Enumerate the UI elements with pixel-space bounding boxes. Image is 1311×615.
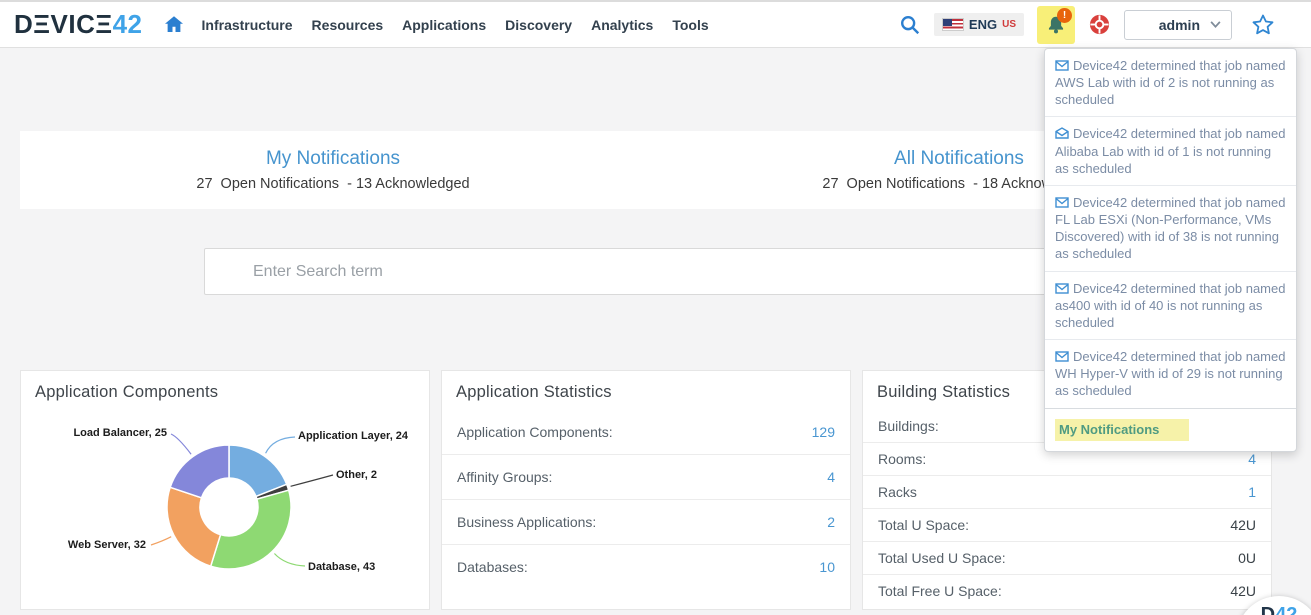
widget-text-accent: 42 [1275, 604, 1297, 615]
favorites-star-icon[interactable] [1251, 13, 1275, 37]
notification-text: Device42 determined that job named AWS L… [1055, 58, 1285, 107]
stat-label: Business Applications: [457, 514, 596, 530]
pie-label-other: Other, 2 [336, 469, 377, 481]
envelope-closed-icon [1055, 197, 1069, 208]
stat-label: Total Free U Space: [878, 583, 1002, 599]
stat-value-link[interactable]: 4 [1248, 451, 1256, 467]
notification-text: Device42 determined that job named as400… [1055, 281, 1285, 330]
notifications-bell-button[interactable]: ! [1037, 6, 1075, 44]
stat-value-link[interactable]: 2 [827, 514, 835, 530]
envelope-closed-icon [1055, 283, 1069, 294]
stat-label: Total U Space: [878, 517, 969, 533]
stat-row-databases: Databases: 10 [442, 545, 850, 589]
stat-label: Rooms: [878, 451, 926, 467]
stat-row-total-used-u-space: Total Used U Space: 0U [863, 542, 1271, 575]
application-statistics-card-title: Application Statistics [442, 371, 850, 410]
support-buoy-icon[interactable] [1088, 13, 1111, 36]
widget-text-dark: D [1261, 604, 1275, 615]
stat-label: Buildings: [878, 418, 939, 434]
language-region: US [1002, 19, 1016, 30]
notifications-dropdown-panel: Device42 determined that job named AWS L… [1044, 48, 1297, 452]
chevron-down-icon [1210, 21, 1221, 28]
notification-text: Device42 determined that job named Aliba… [1055, 126, 1285, 175]
notification-badge: ! [1057, 8, 1072, 23]
notification-text: Device42 determined that job named WH Hy… [1055, 349, 1285, 398]
device42-logo[interactable]: DΞVICΞ42 [14, 9, 143, 40]
logo-text-accent: 42 [113, 9, 143, 39]
logo-text-dark: DΞVICΞ [14, 9, 113, 39]
stat-row-affinity-groups: Affinity Groups: 4 [442, 455, 850, 500]
nav-item-tools[interactable]: Tools [672, 17, 708, 33]
application-statistics-card: Application Statistics Application Compo… [441, 370, 851, 610]
stat-value: 0U [1238, 550, 1256, 566]
envelope-closed-icon [1055, 60, 1069, 71]
notification-item[interactable]: Device42 determined that job named AWS L… [1045, 49, 1296, 117]
stat-value-link[interactable]: 10 [819, 559, 835, 575]
stat-value-link[interactable]: 4 [827, 469, 835, 485]
stat-value-link[interactable]: 1 [1248, 484, 1256, 500]
notification-item[interactable]: Device42 determined that job named FL La… [1045, 186, 1296, 272]
nav-item-applications[interactable]: Applications [402, 17, 486, 33]
nav-item-analytics[interactable]: Analytics [591, 17, 653, 33]
search-icon[interactable] [899, 14, 921, 36]
stat-row-racks: Racks 1 [863, 476, 1271, 509]
my-notifications-title[interactable]: My Notifications [20, 148, 646, 170]
application-components-card: Application Components Application Layer… [20, 370, 430, 610]
us-flag-icon [942, 18, 964, 31]
stat-row-total-free-u-space: Total Free U Space: 42U [863, 575, 1271, 607]
nav-item-resources[interactable]: Resources [312, 17, 384, 33]
stat-row-business-applications: Business Applications: 2 [442, 500, 850, 545]
donut-chart-svg[interactable] [21, 371, 431, 609]
stat-value-link[interactable]: 129 [812, 424, 835, 440]
pie-label-load-balancer: Load Balancer, 25 [73, 427, 167, 439]
pie-label-application-layer: Application Layer, 24 [298, 430, 408, 442]
nav-item-infrastructure[interactable]: Infrastructure [202, 17, 293, 33]
home-icon[interactable] [165, 16, 183, 33]
pie-label-database: Database, 43 [308, 561, 375, 573]
stat-label: Total Used U Space: [878, 550, 1006, 566]
stat-label: Application Components: [457, 424, 613, 440]
notification-item[interactable]: Device42 determined that job named as400… [1045, 272, 1296, 340]
notification-text: Device42 determined that job named FL La… [1055, 195, 1285, 261]
nav-item-discovery[interactable]: Discovery [505, 17, 572, 33]
stat-label: Racks [878, 484, 917, 500]
global-search-input[interactable] [204, 248, 1106, 295]
stat-label: Databases: [457, 559, 528, 575]
username-label: admin [1159, 17, 1200, 33]
stat-label: Affinity Groups: [457, 469, 552, 485]
my-notifications-link[interactable]: My Notifications [1055, 419, 1189, 441]
stat-value: 42U [1230, 583, 1256, 599]
notification-item[interactable]: Device42 determined that job named Aliba… [1045, 117, 1296, 185]
language-selector[interactable]: ENG US [934, 13, 1024, 36]
language-code: ENG [969, 17, 997, 32]
envelope-closed-icon [1055, 351, 1069, 362]
stat-row-application-components: Application Components: 129 [442, 410, 850, 455]
stat-row-total-u-space: Total U Space: 42U [863, 509, 1271, 542]
pie-label-web-server: Web Server, 32 [68, 539, 146, 551]
my-notifications-counts: 27 Open Notifications - 13 Acknowledged [20, 176, 646, 192]
envelope-open-icon [1055, 127, 1069, 139]
notification-item[interactable]: Device42 determined that job named WH Hy… [1045, 340, 1296, 408]
user-menu-dropdown[interactable]: admin [1124, 10, 1232, 40]
top-navbar: DΞVICΞ42 Infrastructure Resources Applic… [0, 0, 1311, 48]
application-components-donut-chart: Application Layer, 24 Other, 2 Database,… [21, 371, 429, 609]
stat-value: 42U [1230, 517, 1256, 533]
